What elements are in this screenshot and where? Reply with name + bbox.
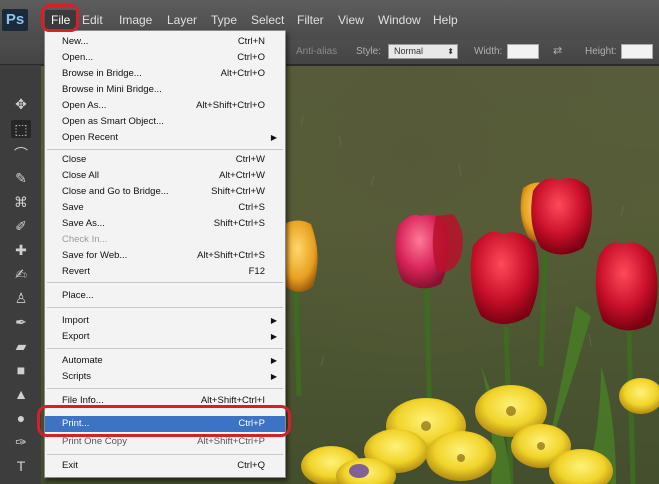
menu-item-open[interactable]: Open... Ctrl+O xyxy=(45,50,285,66)
brush-icon[interactable]: ✍ xyxy=(11,265,31,283)
menu-item-save-for-web[interactable]: Save for Web... Alt+Shift+Ctrl+S xyxy=(45,248,285,264)
select-arrows-icon: ⬍ xyxy=(447,47,454,56)
menu-edit[interactable]: Edit xyxy=(82,12,103,28)
menu-view[interactable]: View xyxy=(338,12,364,28)
menu-separator xyxy=(47,149,283,150)
menu-select[interactable]: Select xyxy=(251,12,284,28)
pen-icon[interactable]: ✑ xyxy=(11,433,31,451)
lasso-icon[interactable]: ⌒ xyxy=(11,145,31,163)
menu-separator xyxy=(47,454,283,455)
menu-item-close-and-go-to-bridge[interactable]: Close and Go to Bridge... Shift+Ctrl+W xyxy=(45,184,285,200)
menu-item-save-as[interactable]: Save As... Shift+Ctrl+S xyxy=(45,216,285,232)
menu-separator xyxy=(47,282,283,283)
menu-item-place[interactable]: Place... xyxy=(45,288,285,304)
menu-item-check-in: Check In... xyxy=(62,234,108,245)
menu-item-automate[interactable]: Automate ▶ xyxy=(45,353,285,369)
submenu-arrow-icon: ▶ xyxy=(270,332,277,341)
menu-item-exit[interactable]: Exit Ctrl+Q xyxy=(45,458,285,474)
style-select[interactable]: Normal ⬍ xyxy=(388,44,458,59)
menu-item-print-one-copy[interactable]: Print One Copy Alt+Shift+Ctrl+P xyxy=(45,434,285,450)
menu-item-browse-in-mini-bridge[interactable]: Browse in Mini Bridge... xyxy=(45,82,285,98)
menu-item-file-info[interactable]: File Info... Alt+Shift+Ctrl+I xyxy=(45,393,285,409)
anti-alias-label: Anti-alias xyxy=(296,46,338,57)
submenu-arrow-icon: ▶ xyxy=(270,316,277,325)
menu-item-open-recent[interactable]: Open Recent ▶ xyxy=(45,130,285,146)
style-value: Normal xyxy=(394,46,424,56)
app-logo: Ps xyxy=(2,9,28,31)
style-label: Style: xyxy=(356,46,382,57)
crop-icon[interactable]: ⌘ xyxy=(11,193,31,211)
menu-item-browse-in-bridge[interactable]: Browse in Bridge... Alt+Ctrl+O xyxy=(45,66,285,82)
eyedropper-icon[interactable]: ✐ xyxy=(11,217,31,235)
type-icon[interactable]: T xyxy=(11,457,31,475)
menu-item-scripts[interactable]: Scripts ▶ xyxy=(45,369,285,385)
menu-image[interactable]: Image xyxy=(119,12,152,28)
height-input[interactable] xyxy=(621,44,653,59)
marquee-icon[interactable]: ⬚ xyxy=(11,120,31,138)
file-menu: New... Ctrl+N Open... Ctrl+O Browse in Bri… xyxy=(44,30,286,478)
photoshop-window: Ps File Edit Image Layer Type Select Fil… xyxy=(0,0,659,484)
submenu-arrow-icon: ▶ xyxy=(270,372,277,381)
menu-item-new[interactable]: New... Ctrl+N xyxy=(45,34,285,50)
blur-icon[interactable]: ▲ xyxy=(11,385,31,403)
menu-window[interactable]: Window xyxy=(378,12,421,28)
quick-selection-icon[interactable]: ✎ xyxy=(11,169,31,187)
menu-filter[interactable]: Filter xyxy=(297,12,324,28)
submenu-arrow-icon: ▶ xyxy=(270,356,277,365)
menu-help[interactable]: Help xyxy=(433,12,458,28)
menu-separator xyxy=(47,388,283,389)
menu-item-import[interactable]: Import ▶ xyxy=(45,313,285,329)
tools-panel: ✥ ⬚ ⌒ ✎ ⌘ ✐ ✚ ✍ ♙ ✒ ▰ ■ ▲ ● ✑ T xyxy=(0,65,42,484)
menu-item-print[interactable]: Print... Ctrl+P xyxy=(45,416,285,432)
menu-item-close[interactable]: Close Ctrl+W xyxy=(45,152,285,168)
menu-separator xyxy=(47,348,283,349)
menu-item-save[interactable]: Save Ctrl+S xyxy=(45,200,285,216)
menu-file[interactable]: File xyxy=(45,10,77,30)
menu-item-export[interactable]: Export ▶ xyxy=(45,329,285,345)
gradient-icon[interactable]: ■ xyxy=(11,361,31,379)
menu-layer[interactable]: Layer xyxy=(167,12,197,28)
menu-separator xyxy=(47,307,283,308)
clone-stamp-icon[interactable]: ♙ xyxy=(11,289,31,307)
move-icon[interactable]: ✥ xyxy=(11,95,31,113)
menu-item-open-as[interactable]: Open As... Alt+Shift+Ctrl+O xyxy=(45,98,285,114)
menu-item-revert[interactable]: Revert F12 xyxy=(45,264,285,280)
menu-type[interactable]: Type xyxy=(211,12,237,28)
menu-item-close-all[interactable]: Close All Alt+Ctrl+W xyxy=(45,168,285,184)
history-brush-icon[interactable]: ✒ xyxy=(11,313,31,331)
height-label: Height: xyxy=(585,46,617,57)
dodge-icon[interactable]: ● xyxy=(11,409,31,427)
swap-icon[interactable]: ⇄ xyxy=(553,44,562,58)
menu-item-open-as-smart-object[interactable]: Open as Smart Object... xyxy=(45,114,285,130)
eraser-icon[interactable]: ▰ xyxy=(11,337,31,355)
submenu-arrow-icon: ▶ xyxy=(270,133,277,142)
width-input[interactable] xyxy=(507,44,539,59)
width-label: Width: xyxy=(474,46,503,57)
healing-brush-icon[interactable]: ✚ xyxy=(11,241,31,259)
